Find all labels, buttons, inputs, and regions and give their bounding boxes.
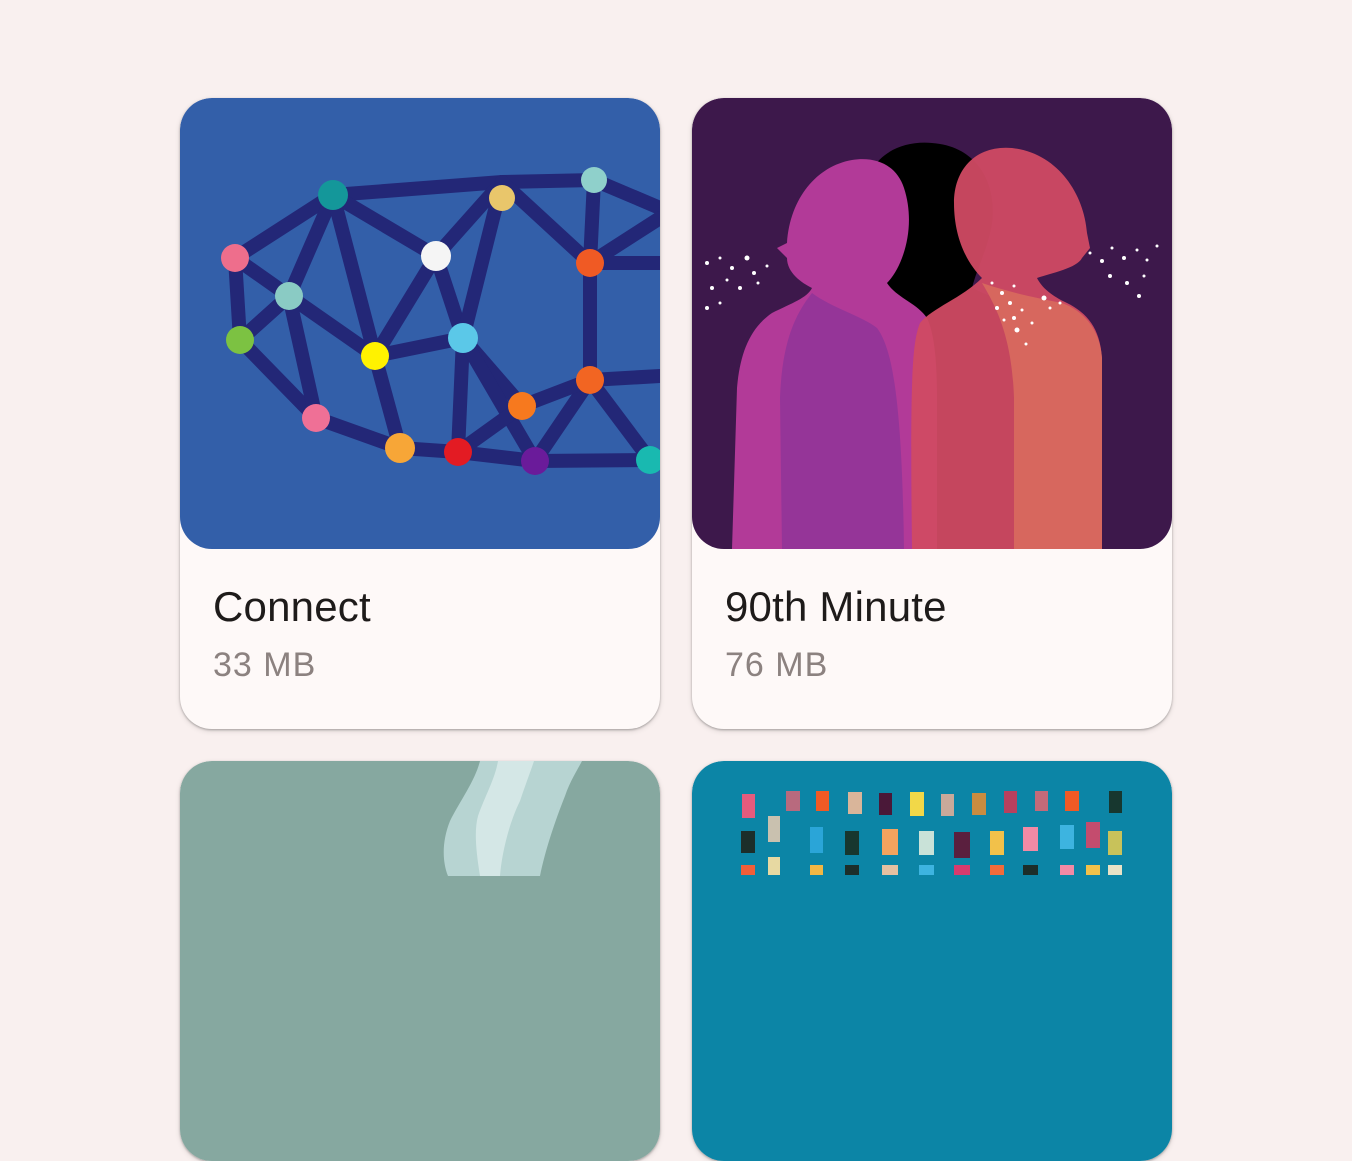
album-card-3[interactable] <box>180 761 660 1161</box>
album-art <box>180 98 660 549</box>
hand-art-icon <box>180 761 660 1161</box>
album-size: 33 MB <box>213 646 317 684</box>
album-art <box>692 761 1172 1161</box>
album-card-4[interactable] <box>692 761 1172 1161</box>
color-swatches-art-icon <box>692 761 1172 1161</box>
album-art <box>180 761 660 1161</box>
network-dots-art-icon <box>180 98 660 549</box>
album-title: 90th Minute <box>725 583 947 630</box>
album-grid: Connect 33 MB 90th Minute 76 MB <box>180 98 1172 1161</box>
album-art <box>692 98 1172 549</box>
silhouettes-art-icon <box>692 98 1172 549</box>
album-size: 76 MB <box>725 646 829 684</box>
album-card-connect[interactable]: Connect 33 MB <box>180 98 660 729</box>
album-card-90th-minute[interactable]: 90th Minute 76 MB <box>692 98 1172 729</box>
album-title: Connect <box>213 583 371 630</box>
